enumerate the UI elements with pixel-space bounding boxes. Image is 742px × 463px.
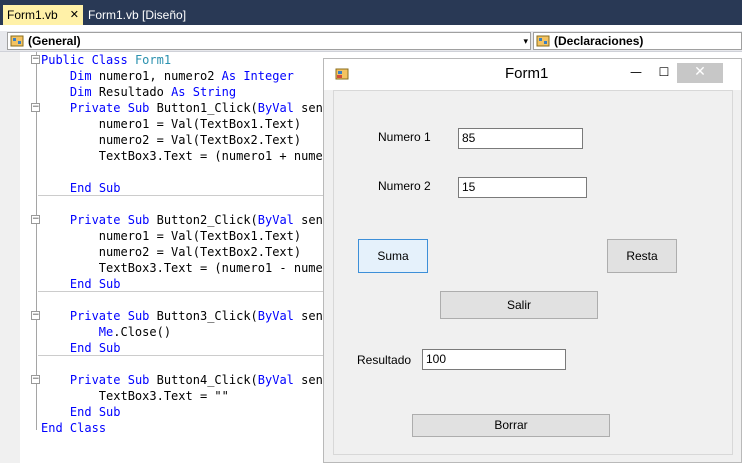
code-line: Dim numero1, numero2 As Integer (69, 69, 294, 83)
collapse-icon[interactable]: − (31, 55, 40, 64)
collapse-icon[interactable]: − (31, 311, 40, 320)
document-tab-bar: Form1.vb ✕ Form1.vb [Diseño] (0, 0, 742, 25)
form-icon (335, 68, 349, 80)
borrar-button[interactable]: Borrar (412, 414, 610, 437)
salir-button[interactable]: Salir (440, 291, 598, 319)
form-client-area: Numero 1 85 Numero 2 15 Suma Resta Salir… (333, 90, 733, 455)
maximize-button[interactable]: ☐ (654, 63, 674, 83)
code-line: numero2 = Val(TextBox2.Text) (41, 245, 302, 259)
class-icon (10, 35, 24, 47)
code-line: TextBox3.Text = (numero1 + numero (41, 149, 338, 163)
code-line: End Sub (69, 341, 121, 355)
close-icon[interactable]: ✕ (70, 5, 79, 25)
code-line: End Sub (69, 181, 121, 195)
collapse-icon[interactable]: − (31, 215, 40, 224)
form1-window: Form1 — ☐ ✕ Numero 1 85 Numero 2 15 Suma… (323, 58, 742, 463)
navigation-bar: (General) ▾ (Declaraciones) (0, 31, 742, 52)
window-titlebar[interactable]: Form1 — ☐ ✕ (324, 59, 741, 90)
code-line: Public Class Form1 (41, 53, 172, 67)
numero1-textbox[interactable]: 85 (458, 128, 583, 149)
code-line: TextBox3.Text = "" (41, 389, 229, 403)
code-line: End Sub (69, 277, 121, 291)
tab-form1-vb[interactable]: Form1.vb ✕ (3, 5, 83, 25)
code-line: numero1 = Val(TextBox1.Text) (41, 117, 302, 131)
code-line: numero2 = Val(TextBox2.Text) (41, 133, 302, 147)
code-line: Private Sub Button2_Click(ByVal send (69, 213, 331, 227)
collapse-icon[interactable]: − (31, 103, 40, 112)
numero2-textbox[interactable]: 15 (458, 177, 587, 198)
code-line: Private Sub Button1_Click(ByVal send (69, 101, 331, 115)
resultado-textbox[interactable]: 100 (422, 349, 566, 370)
suma-button[interactable]: Suma (358, 239, 428, 273)
combo-value: (Declaraciones) (554, 34, 644, 48)
tab-label: Form1.vb [Diseño] (88, 8, 187, 22)
tab-form1-designer[interactable]: Form1.vb [Diseño] (84, 5, 194, 25)
code-line: End Class (41, 421, 107, 435)
window-title: Form1 (505, 65, 549, 82)
code-line: End Sub (69, 405, 121, 419)
code-line: Private Sub Button4_Click(ByVal send (69, 373, 331, 387)
code-line: Dim Resultado As String (69, 85, 237, 99)
numero2-label: Numero 2 (378, 179, 431, 193)
indicator-margin (0, 52, 20, 463)
resultado-label: Resultado (357, 353, 412, 367)
collapse-icon[interactable]: − (31, 375, 40, 384)
close-button[interactable]: ✕ (677, 63, 723, 83)
class-name-combo[interactable]: (General) ▾ (7, 32, 531, 50)
resta-button[interactable]: Resta (607, 239, 677, 273)
chevron-down-icon[interactable]: ▾ (523, 33, 528, 49)
declarations-icon (536, 35, 550, 47)
tab-label: Form1.vb (7, 8, 58, 22)
code-line: Me.Close() (98, 325, 172, 339)
method-name-combo[interactable]: (Declaraciones) (533, 32, 742, 50)
minimize-button[interactable]: — (626, 63, 646, 83)
code-line: Private Sub Button3_Click(ByVal send (69, 309, 331, 323)
code-line: numero1 = Val(TextBox1.Text) (41, 229, 302, 243)
combo-value: (General) (28, 34, 81, 48)
code-line: TextBox3.Text = (numero1 - numer (41, 261, 330, 275)
numero1-label: Numero 1 (378, 130, 431, 144)
